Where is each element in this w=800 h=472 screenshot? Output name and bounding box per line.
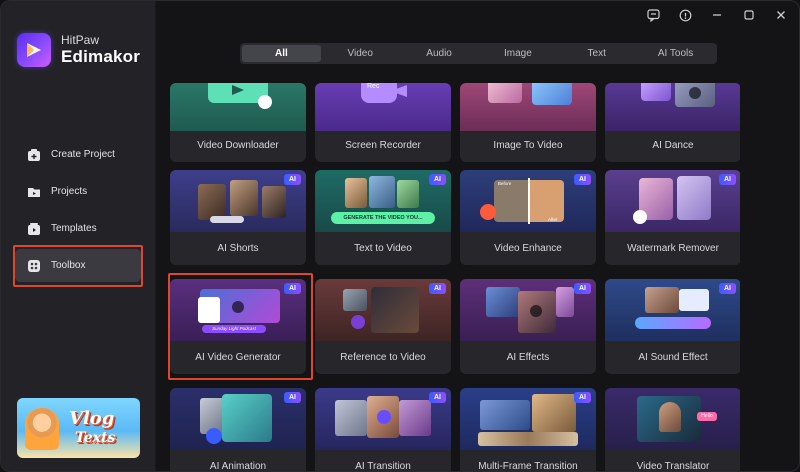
ai-badge: AI: [284, 392, 301, 403]
tool-card-video-downloader[interactable]: Video Downloader: [170, 83, 306, 162]
tool-card-multi-frame-transition[interactable]: AI Multi-Frame Transition: [460, 388, 596, 472]
tab-video[interactable]: Video: [321, 45, 400, 62]
tool-label: AI Dance: [652, 140, 694, 151]
tool-card-ai-sound-effect[interactable]: AI AI Sound Effect: [605, 279, 740, 374]
ai-badge: AI: [429, 283, 446, 294]
promo-character-image: [25, 408, 59, 450]
create-project-icon: [27, 148, 41, 162]
tool-label: AI Transition: [355, 461, 411, 472]
tool-label: Video Downloader: [197, 140, 279, 151]
tool-label: Image To Video: [493, 140, 563, 151]
tool-card-text-to-video[interactable]: GENERATE THE VIDEO YOU... AI Text to Vid…: [315, 170, 451, 265]
tool-label: Multi-Frame Transition: [478, 461, 578, 472]
hello-bubble: Hello: [697, 412, 717, 421]
tool-card-reference-to-video[interactable]: AI Reference to Video: [315, 279, 451, 374]
promo-title: Vlog: [69, 408, 115, 429]
tool-card-screen-recorder[interactable]: Rec Screen Recorder: [315, 83, 451, 162]
sidebar-item-templates[interactable]: Templates: [15, 212, 141, 245]
video-translator-thumbnail: Hello: [605, 388, 740, 450]
tool-card-watermark-remover[interactable]: AI Watermark Remover: [605, 170, 740, 265]
tool-card-ai-animation[interactable]: AI AI Animation: [170, 388, 306, 472]
ai-badge: AI: [574, 392, 591, 403]
ai-badge: AI: [719, 283, 736, 294]
tool-label: Watermark Remover: [627, 243, 719, 254]
tool-card-video-translator[interactable]: Hello Video Translator: [605, 388, 740, 472]
app-window: HitPaw Edimakor Create Project Projects: [0, 0, 800, 472]
ai-badge: AI: [284, 174, 301, 185]
tool-label: Video Enhance: [494, 243, 562, 254]
ai-badge: AI: [574, 174, 591, 185]
sidebar-item-label: Projects: [51, 186, 88, 197]
tool-label: AI Shorts: [217, 243, 259, 254]
tool-label: Reference to Video: [340, 352, 426, 363]
tool-card-video-enhance[interactable]: Before After AI Video Enhance: [460, 170, 596, 265]
tool-card-ai-dance[interactable]: AI Dance: [605, 83, 740, 162]
tool-card-image-to-video[interactable]: Image To Video: [460, 83, 596, 162]
tool-card-ai-video-generator[interactable]: Sunday Light Podcast AI AI Video Generat…: [170, 279, 306, 374]
sidebar-item-label: Templates: [51, 223, 97, 234]
after-label: After: [548, 217, 558, 222]
close-icon[interactable]: [773, 7, 789, 23]
tab-text[interactable]: Text: [557, 45, 636, 62]
window-controls: [645, 7, 789, 23]
tab-all[interactable]: All: [242, 45, 321, 62]
tool-label: AI Video Generator: [195, 352, 281, 363]
tool-card-ai-effects[interactable]: AI AI Effects: [460, 279, 596, 374]
sidebar-item-label: Create Project: [51, 149, 115, 160]
feedback-icon[interactable]: [645, 7, 661, 23]
ai-badge: AI: [284, 283, 301, 294]
ai-badge: AI: [429, 174, 446, 185]
tab-ai-tools[interactable]: AI Tools: [636, 45, 715, 62]
tool-label: Text to Video: [354, 243, 412, 254]
ai-badge: AI: [719, 174, 736, 185]
toolbox-highlight-frame: [13, 245, 143, 287]
tool-label: AI Animation: [209, 461, 267, 472]
toolbox-grid: Video Downloader Rec Screen Recorder Ima…: [170, 83, 740, 472]
brand: HitPaw Edimakor: [17, 33, 140, 67]
tool-card-ai-shorts[interactable]: AI AI Shorts: [170, 170, 306, 265]
tab-audio[interactable]: Audio: [400, 45, 479, 62]
tool-card-ai-transition[interactable]: AI AI Transition: [315, 388, 451, 472]
sidebar: HitPaw Edimakor Create Project Projects: [1, 1, 156, 471]
ai-badge: AI: [574, 283, 591, 294]
tool-label: Screen Recorder: [345, 140, 421, 151]
promo-banner[interactable]: Vlog Texts: [17, 398, 140, 458]
screen-recorder-thumbnail: Rec: [315, 83, 451, 131]
brand-name: HitPaw: [61, 33, 100, 47]
sidebar-item-create-project[interactable]: Create Project: [15, 138, 141, 171]
tool-label: AI Sound Effect: [638, 352, 708, 363]
tab-image[interactable]: Image: [478, 45, 557, 62]
before-label: Before: [498, 181, 512, 186]
grid-scrollbar[interactable]: [792, 83, 796, 463]
tool-label: AI Effects: [506, 352, 550, 363]
tool-label: Video Translator: [636, 461, 710, 472]
product-name: Edimakor: [61, 47, 141, 66]
image-to-video-thumbnail: [460, 83, 596, 131]
sidebar-item-projects[interactable]: Projects: [15, 175, 141, 208]
ai-dance-thumbnail: [605, 83, 740, 131]
info-icon[interactable]: [677, 7, 693, 23]
promo-subtitle: Texts: [75, 430, 116, 446]
projects-icon: [27, 185, 41, 199]
edimakor-logo-icon: [17, 33, 51, 67]
prompt-bar: GENERATE THE VIDEO YOU...: [331, 212, 435, 224]
ai-badge: AI: [429, 392, 446, 403]
minimize-icon[interactable]: [709, 7, 725, 23]
maximize-icon[interactable]: [741, 7, 757, 23]
podcast-caption: Sunday Light Podcast: [202, 325, 266, 333]
templates-icon: [27, 222, 41, 236]
rec-badge: Rec: [367, 83, 380, 90]
category-tabs: All Video Audio Image Text AI Tools: [240, 43, 717, 64]
video-downloader-thumbnail: [170, 83, 306, 131]
